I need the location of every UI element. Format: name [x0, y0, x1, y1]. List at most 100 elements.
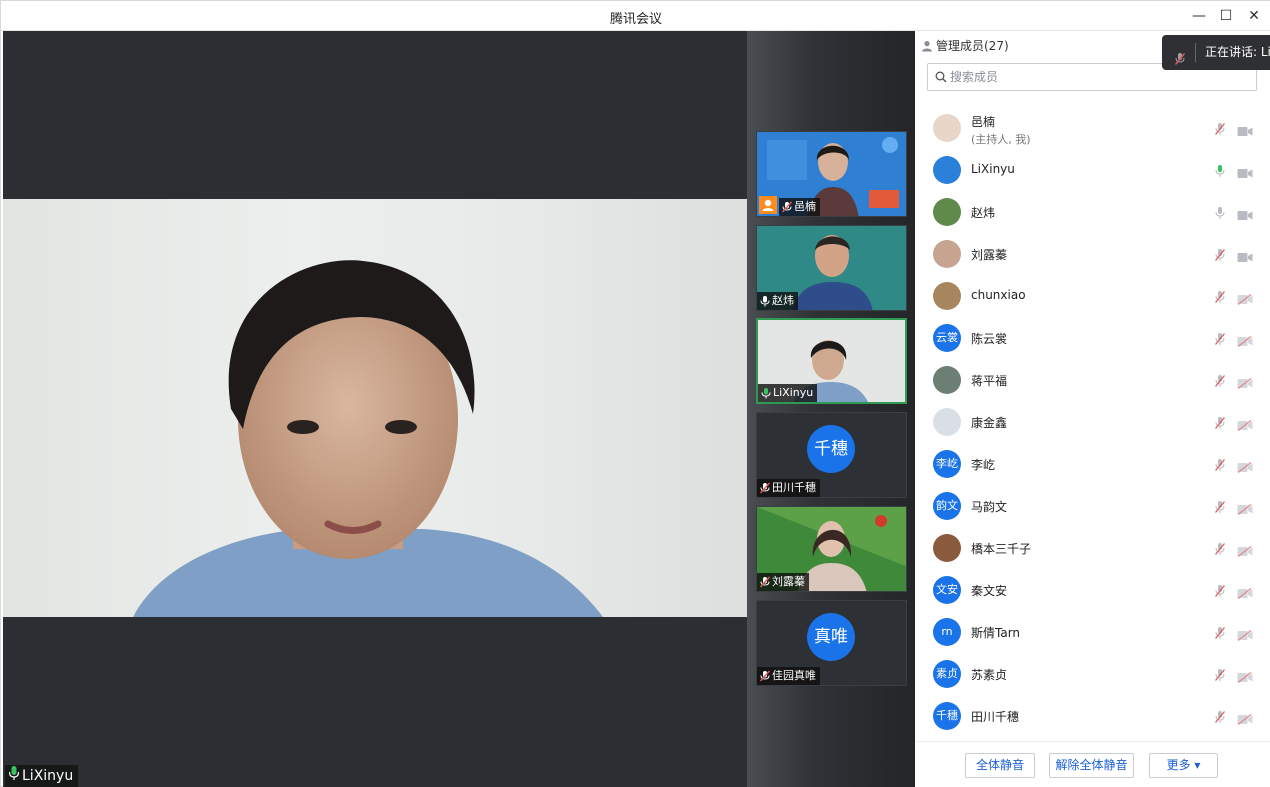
member-name: 赵炜: [971, 206, 996, 220]
camera-off-icon[interactable]: [1237, 542, 1253, 561]
unmute-all-button[interactable]: 解除全体静音: [1049, 753, 1134, 778]
camera-icon[interactable]: [1237, 206, 1253, 225]
member-row[interactable]: 千穗 田川千穗: [915, 695, 1270, 737]
member-row[interactable]: 蒋平福: [915, 359, 1270, 401]
avatar: 云裳: [933, 324, 961, 352]
tile-tianchuan[interactable]: 千穗 田川千穗: [756, 412, 907, 498]
camera-off-icon[interactable]: [1237, 290, 1253, 309]
mic-muted-icon[interactable]: [1214, 247, 1226, 266]
mic-muted-icon[interactable]: [1214, 667, 1226, 686]
tile-yinan[interactable]: 邑楠: [756, 131, 907, 217]
mic-muted-icon[interactable]: [1214, 541, 1226, 560]
member-row[interactable]: 素贞 苏素贞: [915, 653, 1270, 695]
mic-muted-icon[interactable]: [1214, 583, 1226, 602]
camera-off-icon[interactable]: [1237, 332, 1253, 351]
member-row[interactable]: chunxiao: [915, 275, 1270, 317]
camera-off-icon[interactable]: [1237, 710, 1253, 729]
mic-muted-icon[interactable]: [1214, 457, 1226, 476]
main-stage: LiXinyu: [3, 31, 747, 787]
speaking-indicator: 正在讲话: LiX: [1162, 35, 1270, 70]
camera-off-icon[interactable]: [1237, 458, 1253, 477]
panel-footer: 全体静音 解除全体静音 更多 ▾: [915, 741, 1270, 787]
mic-muted-icon[interactable]: [1214, 331, 1226, 350]
mic-on-icon[interactable]: [1214, 205, 1226, 224]
mic-muted-icon[interactable]: [1214, 289, 1226, 308]
mic-muted-icon[interactable]: [1214, 415, 1226, 434]
mic-muted-icon: [1174, 45, 1186, 70]
mic-on-icon: [8, 765, 20, 787]
divider: [1195, 43, 1196, 62]
member-row[interactable]: 韵文 马韵文: [915, 485, 1270, 527]
member-name: 苏素贞: [971, 668, 1008, 682]
member-row[interactable]: 康金鑫: [915, 401, 1270, 443]
mic-muted-icon[interactable]: [1214, 121, 1226, 140]
camera-icon[interactable]: [1237, 248, 1253, 267]
member-name: 康金鑫: [971, 416, 1008, 430]
avatar: [933, 156, 961, 184]
member-row[interactable]: 橋本三千子: [915, 527, 1270, 569]
mic-muted-icon[interactable]: [1214, 625, 1226, 644]
mic-muted-icon[interactable]: [1214, 709, 1226, 728]
mic-muted-icon: [759, 670, 771, 682]
avatar: [933, 114, 961, 142]
avatar: [933, 240, 961, 268]
camera-off-icon[interactable]: [1237, 374, 1253, 393]
mic-on-icon[interactable]: [1214, 163, 1226, 182]
speaker-video[interactable]: [3, 199, 747, 617]
tile-zhaowei[interactable]: 赵炜: [756, 225, 907, 311]
minimize-button[interactable]: —: [1189, 6, 1209, 26]
camera-off-icon[interactable]: [1237, 626, 1253, 645]
video-thumbnail-strip: 邑楠 赵炜 LiXinyu 千穗 田川千穗 刘露蓁 真唯 佳园真唯: [747, 31, 915, 787]
avatar: 真唯: [807, 613, 855, 661]
person-icon: [922, 41, 932, 52]
member-name: 邑楠: [971, 115, 996, 129]
meeting-window: 腾讯会议 — ☐ ✕ LiXinyu 邑楠 赵炜 LiXinyu 千穗 田川千穗…: [0, 0, 1270, 787]
mute-all-button[interactable]: 全体静音: [965, 753, 1035, 778]
speaker-name-tag: LiXinyu: [5, 765, 79, 787]
speaker-video-frame: [133, 260, 603, 617]
camera-icon[interactable]: [1237, 122, 1253, 141]
tile-jiayuan[interactable]: 真唯 佳园真唯: [756, 600, 907, 686]
avatar: 李屹: [933, 450, 961, 478]
camera-icon[interactable]: [1237, 164, 1253, 183]
tile-label: 刘露蓁: [757, 573, 809, 591]
tile-label: 佳园真唯: [757, 667, 820, 685]
camera-off-icon[interactable]: [1237, 500, 1253, 519]
mic-muted-icon: [759, 576, 771, 588]
camera-off-icon[interactable]: [1237, 584, 1253, 603]
member-row[interactable]: LiXinyu: [915, 149, 1270, 191]
close-button[interactable]: ✕: [1244, 6, 1264, 26]
camera-off-icon[interactable]: [1237, 668, 1253, 687]
avatar: [933, 198, 961, 226]
avatar: [933, 366, 961, 394]
search-input[interactable]: [950, 67, 1250, 87]
mic-muted-icon: [781, 201, 793, 213]
member-name: 蒋平福: [971, 374, 1008, 388]
camera-off-icon[interactable]: [1237, 416, 1253, 435]
more-button[interactable]: 更多 ▾: [1149, 753, 1218, 778]
member-row[interactable]: 赵炜: [915, 191, 1270, 233]
mic-muted-icon[interactable]: [1214, 373, 1226, 392]
member-row[interactable]: rn 斯倩Tarn: [915, 611, 1270, 653]
avatar: [933, 534, 961, 562]
avatar: 文安: [933, 576, 961, 604]
member-row[interactable]: 文安 秦文安: [915, 569, 1270, 611]
member-row[interactable]: 云裳 陈云裳: [915, 317, 1270, 359]
avatar: 千穗: [933, 702, 961, 730]
speaking-text: 正在讲话: LiX: [1205, 45, 1270, 59]
tile-label: 田川千穗: [757, 479, 820, 497]
maximize-button[interactable]: ☐: [1216, 6, 1236, 26]
member-row[interactable]: 邑楠 (主持人, 我): [915, 107, 1270, 149]
tile-lixinyu[interactable]: LiXinyu: [756, 318, 907, 404]
tile-liulu[interactable]: 刘露蓁: [756, 506, 907, 592]
mic-muted-icon: [759, 482, 771, 494]
member-name: 斯倩Tarn: [971, 626, 1021, 640]
search-icon: [935, 71, 947, 83]
mic-muted-icon[interactable]: [1214, 499, 1226, 518]
member-row[interactable]: 李屹 李屹: [915, 443, 1270, 485]
member-name: 刘露蓁: [971, 248, 1008, 262]
member-name: 田川千穗: [971, 710, 1020, 724]
member-name: 马韵文: [971, 500, 1008, 514]
panel-title: 管理成员(27): [921, 37, 1009, 54]
member-row[interactable]: 刘露蓁: [915, 233, 1270, 275]
